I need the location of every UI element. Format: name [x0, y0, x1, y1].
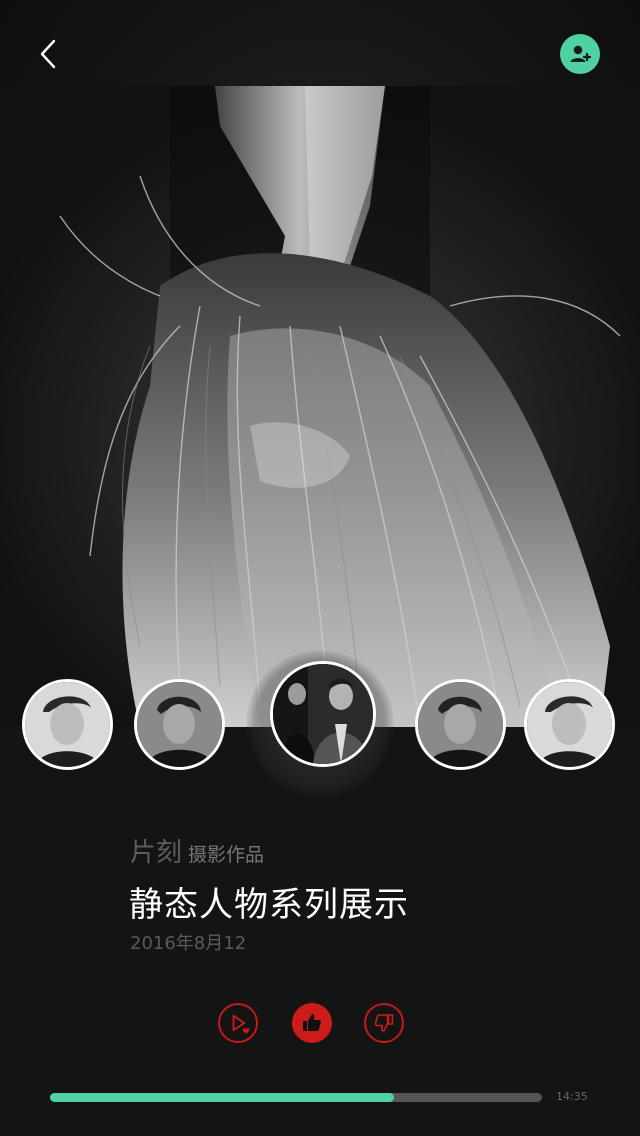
like-button[interactable] [292, 1003, 332, 1043]
dislike-button[interactable] [364, 1003, 404, 1043]
add-user-button[interactable] [560, 34, 600, 74]
avatar-1[interactable] [22, 679, 113, 770]
add-user-icon [570, 45, 592, 62]
portrait-man-icon [527, 682, 612, 767]
work-date: 2016年8月12 [130, 933, 247, 954]
work-title: 静态人物系列展示 [129, 885, 409, 925]
avatar-3-selected[interactable] [270, 661, 376, 767]
thumbs-down-icon [374, 1014, 394, 1032]
work-type-label: 摄影作品 [188, 844, 265, 866]
thumbs-up-icon [303, 1014, 321, 1031]
category-line: 片刻 摄影作品 [130, 832, 264, 869]
avatar-2[interactable] [134, 679, 225, 770]
progress-bar[interactable] [50, 1093, 542, 1102]
hero-photo [0, 86, 640, 727]
brand-label: 片刻 [130, 838, 183, 868]
hero-photo-area [0, 0, 640, 727]
portrait-man-icon [25, 682, 110, 767]
portrait-man-icon [418, 682, 503, 767]
play-heart-icon [232, 1014, 250, 1034]
portrait-man-icon [137, 682, 222, 767]
portrait-couple-suits-icon [273, 664, 373, 764]
avatar-5[interactable] [524, 679, 615, 770]
progress-fill [50, 1093, 395, 1102]
avatar-4[interactable] [415, 679, 506, 770]
chevron-left-icon [40, 39, 56, 69]
play-favorite-button[interactable] [218, 1003, 258, 1043]
progress-time: 14:35 [556, 1090, 588, 1103]
back-button[interactable] [30, 36, 66, 72]
